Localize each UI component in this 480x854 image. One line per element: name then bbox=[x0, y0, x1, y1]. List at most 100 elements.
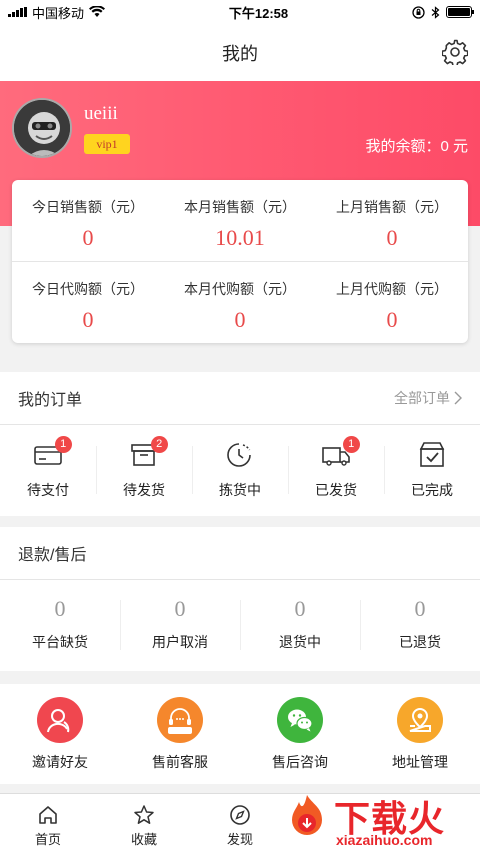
stat-value: 0 bbox=[234, 307, 246, 332]
done-box-icon bbox=[419, 442, 445, 467]
refund-user-cancelled[interactable]: 0 用户取消 bbox=[120, 596, 240, 654]
clock-icon bbox=[227, 443, 251, 467]
page-title: 我的 bbox=[222, 43, 258, 64]
wechat-icon bbox=[277, 696, 323, 743]
carrier-label: 中国移动 bbox=[32, 5, 85, 21]
orientation-lock-icon bbox=[412, 5, 425, 19]
order-label: 待支付 bbox=[27, 482, 69, 498]
location-icon bbox=[397, 696, 443, 743]
service-aftersale[interactable]: 售后咨询 bbox=[240, 696, 360, 772]
stat-label: 上月销售额（元） bbox=[336, 199, 448, 215]
stat-label: 今日销售额（元） bbox=[32, 199, 144, 215]
battery-icon bbox=[445, 6, 474, 18]
tab-label: 收藏 bbox=[130, 832, 157, 847]
stat-value: 10.01 bbox=[215, 225, 265, 250]
watermark: 下载火 xiazaihuo.com bbox=[282, 790, 472, 852]
all-orders-label: 全部订单 bbox=[394, 390, 450, 406]
avatar[interactable] bbox=[12, 98, 72, 158]
stat-label: 本月代购额（元） bbox=[184, 281, 296, 297]
service-invite-friends[interactable]: 邀请好友 bbox=[0, 696, 120, 772]
refunds-section: 退款/售后 0 平台缺货 0 用户取消 0 退货中 0 已退货 bbox=[0, 527, 480, 671]
stat-label: 上月代购额（元） bbox=[336, 281, 448, 297]
stat-today-purchase: 今日代购额（元） 0 bbox=[12, 262, 164, 342]
sales-row: 今日销售额（元） 0 本月销售额（元） 10.01 上月销售额（元） 0 bbox=[12, 180, 468, 261]
status-time: 下午12:58 bbox=[228, 5, 289, 21]
headset-icon bbox=[157, 696, 203, 743]
services-section: 邀请好友 售前客服 售后咨询 地址管理 bbox=[0, 684, 480, 784]
invite-icon bbox=[37, 696, 83, 743]
nav-bar: 我的 bbox=[0, 24, 480, 81]
order-badge: 2 bbox=[150, 436, 168, 453]
tab-discover[interactable]: 发现 bbox=[192, 794, 288, 854]
order-label: 待发货 bbox=[123, 482, 165, 498]
service-presale[interactable]: 售前客服 bbox=[120, 696, 240, 772]
stat-value: 0 bbox=[82, 225, 94, 250]
stat-label: 本月销售额（元） bbox=[184, 199, 296, 215]
orders-header: 我的订单 全部订单 bbox=[0, 372, 480, 425]
order-status-list: 1 待支付 2 待发货 拣货中 1 已发货 已完成 bbox=[0, 425, 480, 515]
bluetooth-icon bbox=[431, 5, 440, 19]
service-label: 邀请好友 bbox=[32, 753, 88, 770]
tab-home[interactable]: 首页 bbox=[0, 794, 96, 854]
refund-label: 已退货 bbox=[399, 634, 441, 650]
compass-icon bbox=[230, 805, 250, 825]
stat-today-sales: 今日销售额（元） 0 bbox=[12, 180, 164, 261]
chevron-right-icon bbox=[454, 391, 462, 405]
stat-month-purchase: 本月代购额（元） 0 bbox=[164, 262, 316, 342]
stat-last-month-purchase: 上月代购额（元） 0 bbox=[316, 262, 468, 342]
stat-value: 0 bbox=[386, 307, 398, 332]
service-list: 邀请好友 售前客服 售后咨询 地址管理 bbox=[0, 684, 480, 784]
username: ueiii bbox=[84, 103, 118, 124]
watermark-en: xiazaihuo.com bbox=[336, 832, 433, 848]
gear-icon[interactable] bbox=[442, 39, 468, 65]
order-badge: 1 bbox=[54, 436, 72, 453]
tab-label: 发现 bbox=[226, 832, 253, 847]
refund-label: 退货中 bbox=[279, 634, 321, 650]
order-shipped[interactable]: 1 已发货 bbox=[288, 436, 384, 500]
refund-status-list: 0 平台缺货 0 用户取消 0 退货中 0 已退货 bbox=[0, 580, 480, 670]
service-label: 地址管理 bbox=[392, 753, 448, 770]
refunds-header: 退款/售后 bbox=[0, 527, 480, 580]
tab-label: 首页 bbox=[34, 832, 61, 847]
refund-returned[interactable]: 0 已退货 bbox=[360, 596, 480, 654]
stat-month-sales: 本月销售额（元） 10.01 bbox=[164, 180, 316, 261]
refund-returning[interactable]: 0 退货中 bbox=[240, 596, 360, 654]
service-label: 售前客服 bbox=[152, 753, 208, 770]
vip-badge: vip1 bbox=[84, 134, 130, 154]
all-orders-link[interactable]: 全部订单 bbox=[394, 388, 462, 408]
sales-stats-card: 今日销售额（元） 0 本月销售额（元） 10.01 上月销售额（元） 0 今日代… bbox=[12, 180, 468, 343]
refund-label: 用户取消 bbox=[152, 634, 208, 650]
orders-section: 我的订单 全部订单 1 待支付 2 待发货 拣货中 1 已发货 已完成 bbox=[0, 372, 480, 516]
status-bar: 中国移动 下午12:58 bbox=[0, 0, 480, 24]
refund-out-of-stock[interactable]: 0 平台缺货 bbox=[0, 596, 120, 654]
refund-count: 0 bbox=[174, 596, 186, 621]
signal-icon bbox=[8, 7, 27, 17]
service-label: 售后咨询 bbox=[272, 753, 328, 770]
stat-value: 0 bbox=[386, 225, 398, 250]
wifi-icon bbox=[89, 6, 106, 17]
order-label: 拣货中 bbox=[219, 482, 261, 498]
tab-favorites[interactable]: 收藏 bbox=[96, 794, 192, 854]
stat-value: 0 bbox=[82, 307, 94, 332]
order-completed[interactable]: 已完成 bbox=[384, 440, 480, 500]
refund-count: 0 bbox=[54, 596, 66, 621]
order-label: 已发货 bbox=[315, 482, 357, 498]
stat-label: 今日代购额（元） bbox=[32, 281, 144, 297]
stat-last-month-sales: 上月销售额（元） 0 bbox=[316, 180, 468, 261]
home-icon bbox=[39, 806, 57, 824]
order-pending-payment[interactable]: 1 待支付 bbox=[0, 436, 96, 500]
refunds-title: 退款/售后 bbox=[18, 547, 87, 564]
order-picking[interactable]: 拣货中 bbox=[192, 440, 288, 500]
refund-label: 平台缺货 bbox=[32, 634, 88, 650]
flame-logo-icon bbox=[292, 795, 322, 835]
order-pending-shipment[interactable]: 2 待发货 bbox=[96, 436, 192, 500]
order-badge: 1 bbox=[342, 436, 360, 453]
balance-text[interactable]: 我的余额：0 元 bbox=[365, 135, 468, 156]
order-label: 已完成 bbox=[411, 482, 453, 498]
refund-count: 0 bbox=[294, 596, 306, 621]
service-address[interactable]: 地址管理 bbox=[360, 696, 480, 772]
purchase-row: 今日代购额（元） 0 本月代购额（元） 0 上月代购额（元） 0 bbox=[12, 261, 468, 342]
orders-title: 我的订单 bbox=[18, 392, 83, 409]
refund-count: 0 bbox=[414, 596, 426, 621]
star-icon bbox=[134, 805, 154, 824]
